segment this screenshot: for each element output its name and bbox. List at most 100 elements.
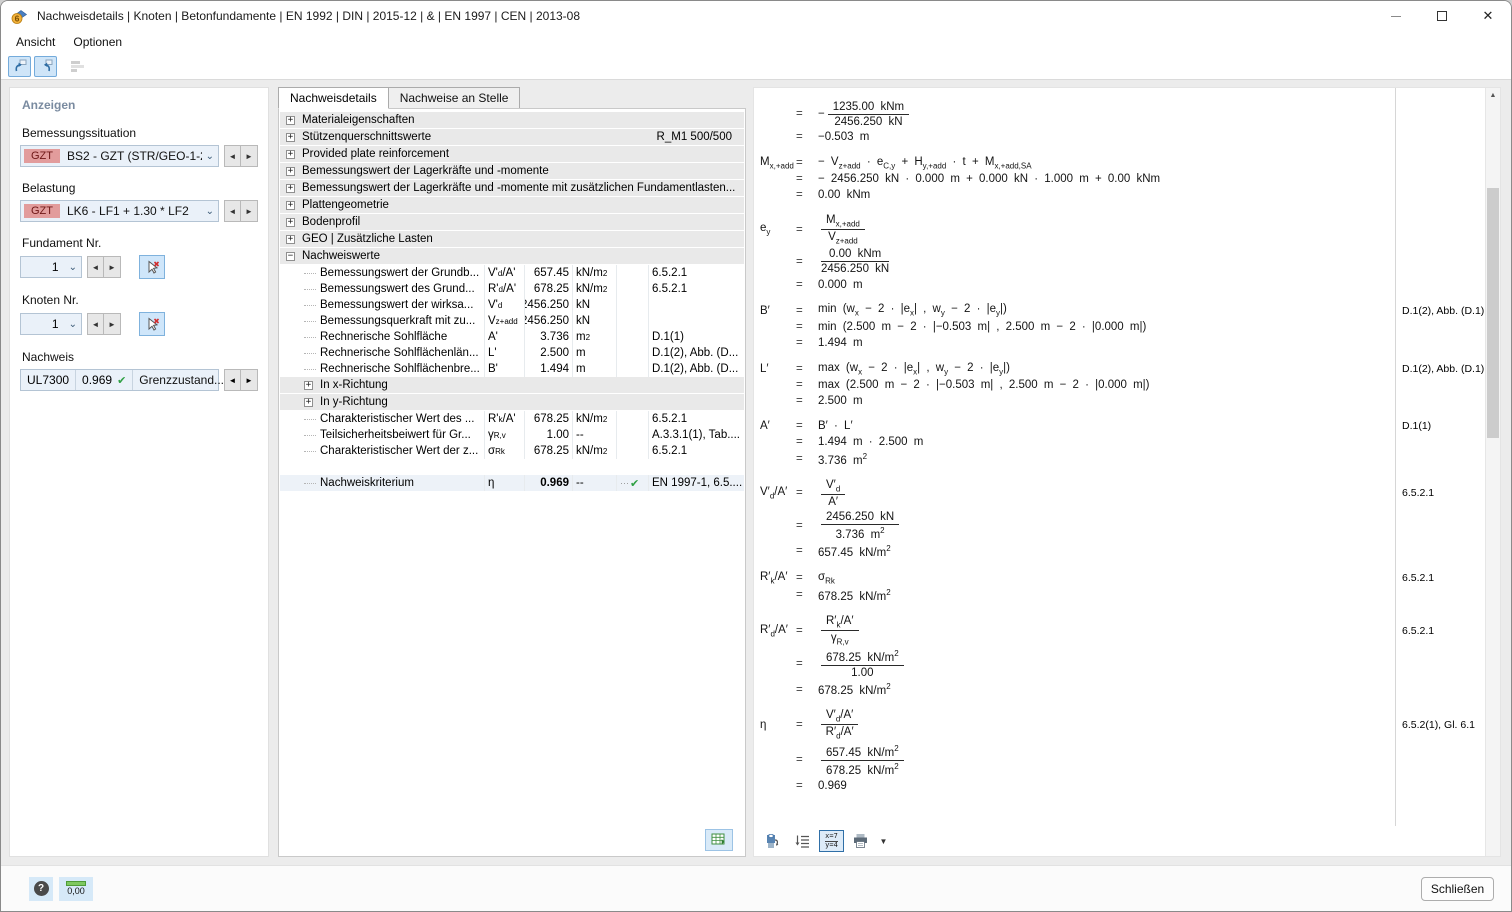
tree-group-row[interactable]: + Bemessungswert der Lagerkräfte und -mom… bbox=[280, 180, 744, 196]
formula-line: B′=min (wx − 2 · |ex| , wy − 2 · |ey|)D.… bbox=[754, 302, 1485, 319]
tree-group-row[interactable]: + Bodenprofil bbox=[280, 214, 744, 230]
foundation-pick-button[interactable] bbox=[139, 255, 165, 279]
expand-icon[interactable]: + bbox=[286, 235, 295, 244]
design-situation-select[interactable]: GZT BS2 - GZT (STR/GEO-1-2) Ver... ⌄ bbox=[20, 145, 219, 167]
tree-group-label: Bemessungswert der Lagerkräfte und -mome… bbox=[302, 182, 735, 194]
node-number-input[interactable]: 1 ⌄ bbox=[20, 313, 82, 335]
expand-icon[interactable]: + bbox=[286, 116, 295, 125]
tree-group-label: Bodenprofil bbox=[302, 216, 360, 228]
collapse-icon[interactable]: − bbox=[286, 252, 295, 261]
node-next-button[interactable]: ► bbox=[104, 313, 121, 335]
tree-detail-row[interactable]: Rechnerische SohlflächeA'3.736m2D.1(1) bbox=[280, 329, 744, 345]
foundation-number-value: 1 bbox=[25, 260, 65, 274]
tree-detail-row[interactable]: Bemessungswert des Grund...R'd/A'678.25k… bbox=[280, 281, 744, 297]
menu-item-ansicht[interactable]: Ansicht bbox=[7, 33, 64, 51]
decimal-places-button[interactable]: 0,00 bbox=[59, 877, 93, 901]
list-lines-icon bbox=[794, 833, 811, 850]
tree-group-row[interactable]: −Nachweiswerte bbox=[280, 248, 744, 264]
formula-line: L′=max (wx − 2 · |ex| , wy − 2 · |ey|)D.… bbox=[754, 360, 1485, 377]
details-panel: NachweisdetailsNachweise an Stelle +Mate… bbox=[278, 87, 746, 857]
check-label: Nachweis bbox=[22, 350, 258, 364]
tree-detail-row[interactable]: Charakteristischer Wert der z...σRk678.2… bbox=[280, 443, 744, 459]
details-body: +Materialeigenschaften+Stützenquerschnit… bbox=[278, 108, 746, 857]
tab-nachweisdetails[interactable]: Nachweisdetails bbox=[278, 87, 389, 109]
expand-icon[interactable]: + bbox=[286, 218, 295, 227]
design-situation-value: BS2 - GZT (STR/GEO-1-2) Ver... bbox=[67, 149, 202, 163]
minimize-icon bbox=[1391, 16, 1401, 17]
maximize-button[interactable] bbox=[1419, 1, 1465, 31]
tree-group-row[interactable]: +In y-Richtung bbox=[280, 394, 744, 410]
tree-detail-row[interactable]: Teilsicherheitsbeiwert für Gr...γR,v1.00… bbox=[280, 427, 744, 443]
maximize-icon bbox=[1437, 11, 1447, 21]
loading-select[interactable]: GZT LK6 - LF1 + 1.30 * LF2 ⌄ bbox=[20, 200, 219, 222]
formula-line: A′=B′ · L′D.1(1) bbox=[754, 418, 1485, 434]
menu-item-optionen[interactable]: Optionen bbox=[64, 33, 131, 51]
expand-icon[interactable]: + bbox=[286, 184, 295, 193]
formula-line: R′d/A′=R′k/A′γR,v6.5.2.1 bbox=[754, 613, 1485, 648]
tree-detail-row[interactable]: Bemessungswert der wirksa...V'd2456.250k… bbox=[280, 297, 744, 313]
tree-group-row[interactable]: +Plattengeometrie bbox=[280, 197, 744, 213]
print-options-dropdown[interactable]: ▼ bbox=[877, 830, 890, 852]
expand-icon[interactable]: + bbox=[286, 133, 295, 142]
expand-icon[interactable]: + bbox=[304, 381, 313, 390]
help-button[interactable]: ? bbox=[29, 877, 53, 901]
expand-icon[interactable]: + bbox=[304, 398, 313, 407]
tree-detail-row[interactable]: Bemessungswert der Grundb...V'd/A'657.45… bbox=[280, 265, 744, 281]
formula-line: Mx,+add=− Vz+add · eC,y + Hy,+add · t + … bbox=[754, 154, 1485, 171]
check-prev-button[interactable]: ◄ bbox=[224, 369, 241, 391]
tree-spacer-row bbox=[280, 459, 744, 475]
formula-line: =0.00 kNm bbox=[754, 187, 1485, 203]
tree-detail-row[interactable]: Rechnerische Sohlflächenlän...L'2.500mD.… bbox=[280, 345, 744, 361]
tree-group-value: R_M1 500/500 bbox=[657, 131, 744, 143]
scroll-up-icon[interactable]: ▲ bbox=[1486, 88, 1500, 103]
foundation-next-button[interactable]: ► bbox=[104, 256, 121, 278]
tree-detail-row[interactable]: Rechnerische Sohlflächenbre...B'1.494mD.… bbox=[280, 361, 744, 377]
tree-detail-row[interactable]: Nachweiskriteriumη0.969--⋯✔EN 1997-1, 6.… bbox=[280, 475, 744, 491]
loading-label: Belastung bbox=[22, 181, 258, 195]
navigate-forward-button[interactable] bbox=[34, 56, 57, 77]
loading-prev-button[interactable]: ◄ bbox=[224, 200, 241, 222]
minimize-button[interactable] bbox=[1373, 1, 1419, 31]
loading-next-button[interactable]: ► bbox=[241, 200, 258, 222]
foundation-label: Fundament Nr. bbox=[22, 236, 258, 250]
code-reference: 6.5.2.1 bbox=[1402, 625, 1434, 637]
scrollbar-thumb[interactable] bbox=[1487, 188, 1499, 438]
expand-list-button[interactable] bbox=[790, 830, 815, 852]
copy-result-button[interactable] bbox=[761, 830, 786, 852]
node-pick-button[interactable] bbox=[139, 312, 165, 336]
navigate-back-button[interactable] bbox=[8, 56, 31, 77]
expand-icon[interactable]: + bbox=[286, 167, 295, 176]
tree-detail-row[interactable]: Charakteristischer Wert des ...R'k/A'678… bbox=[280, 411, 744, 427]
design-situation-next-button[interactable]: ► bbox=[241, 145, 258, 167]
tree-group-row[interactable]: + Provided plate reinforcement bbox=[280, 146, 744, 162]
close-dialog-button[interactable]: Schließen bbox=[1421, 877, 1494, 901]
tree-group-row[interactable]: +GEO | Zusätzliche Lasten bbox=[280, 231, 744, 247]
tree-group-label: Provided plate reinforcement bbox=[302, 148, 449, 160]
expand-icon[interactable]: + bbox=[286, 150, 295, 159]
tree-group-row[interactable]: +Bemessungswert der Lagerkräfte und -mom… bbox=[280, 163, 744, 179]
tab-nachweise-an-stelle[interactable]: Nachweise an Stelle bbox=[389, 87, 521, 109]
show-values-button[interactable]: x=7 y=4 bbox=[819, 830, 844, 852]
tree-detail-row[interactable]: Bemessungsquerkraft mit zu...Vz+add2456.… bbox=[280, 313, 744, 329]
formula-scrollbar[interactable]: ▲ bbox=[1485, 88, 1500, 856]
check-next-button[interactable]: ► bbox=[241, 369, 258, 391]
copy-export-icon bbox=[765, 833, 782, 850]
tree-group-row[interactable]: +In x-Richtung bbox=[280, 377, 744, 393]
gzt-badge: GZT bbox=[24, 149, 60, 163]
foundation-number-input[interactable]: 1 ⌄ bbox=[20, 256, 82, 278]
help-icon: ? bbox=[34, 881, 49, 896]
design-situation-prev-button[interactable]: ◄ bbox=[224, 145, 241, 167]
print-button[interactable] bbox=[848, 830, 873, 852]
tree-group-row[interactable]: +Materialeigenschaften bbox=[280, 112, 744, 128]
node-prev-button[interactable]: ◄ bbox=[87, 313, 104, 335]
bar-list-icon bbox=[70, 60, 85, 73]
tree-group-row[interactable]: +StützenquerschnittswerteR_M1 500/500 bbox=[280, 129, 744, 145]
formula-line: =0.969 bbox=[754, 778, 1485, 794]
pick-cursor-icon bbox=[145, 260, 160, 275]
foundation-prev-button[interactable]: ◄ bbox=[87, 256, 104, 278]
check-select[interactable]: UL7300 0.969✔ Grenzzustand...⌄ bbox=[20, 369, 219, 391]
formula-line: =−1235.00 kNm2456.250 kN bbox=[754, 99, 1485, 129]
excel-export-button[interactable] bbox=[705, 829, 733, 851]
close-button[interactable]: ✕ bbox=[1465, 1, 1511, 31]
expand-icon[interactable]: + bbox=[286, 201, 295, 210]
